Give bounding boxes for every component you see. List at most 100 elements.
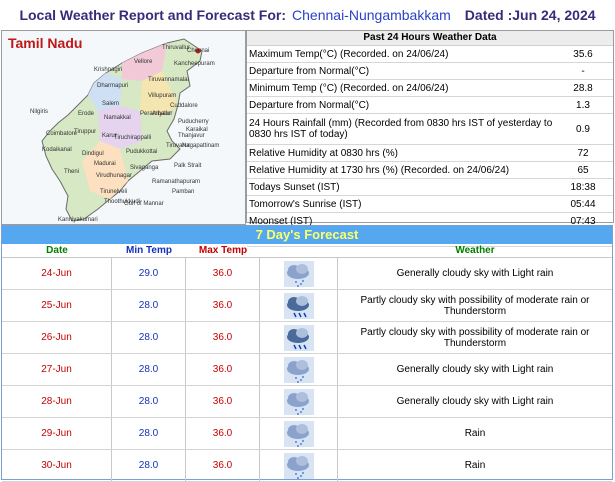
seven-day-forecast: 7 Day's Forecast Date Min Temp Max Temp … [1,225,613,482]
forecast-max-temp: 36.0 [186,290,260,321]
forecast-icon-cell [260,258,338,289]
thunderstorm-icon [283,292,314,319]
past-24-row: Departure from Normal(°C) - [247,63,613,80]
forecast-max-temp: 36.0 [186,418,260,449]
forecast-max-temp: 36.0 [186,354,260,385]
forecast-weather-text: Partly cloudy sky with possibility of mo… [360,326,590,349]
map-label: Pamban [172,189,195,195]
forecast-row: 28-Jun 28.0 36.0 Generally cloudy sky with … [2,386,612,418]
forecast-min-temp: 28.0 [112,322,186,353]
map-label: Puducherry [178,119,209,125]
map-graphic [41,38,203,222]
tamil-nadu-map: Tamil Nadu Chennai Thiruvallur Kancheepura… [1,30,246,225]
forecast-rows: 24-Jun 29.0 36.0 Generally cloudy sky with … [2,258,612,482]
map-label: Palk Strait [174,163,202,169]
col-min-temp: Min Temp [126,245,172,256]
map-label: Madurai [94,161,116,167]
map-label: Nilgiris [30,109,48,115]
forecast-date: 26-Jun [2,322,112,353]
forecast-row: 29-Jun 28.0 36.0 Rain [2,418,612,450]
past-24-row: 24 Hours Rainfall (mm) (Recorded from 08… [247,114,613,145]
forecast-date: 24-Jun [2,258,112,289]
past-24-label: 24 Hours Rainfall (mm) (Recorded from 08… [249,118,553,140]
header-location: Chennai-Nungambakkam [292,7,451,23]
forecast-weather-cell: Generally cloudy sky with Light rain [338,258,612,289]
forecast-date: 30-Jun [2,450,112,481]
map-label: Theni [64,169,80,175]
map-label: Kanniyakumari [58,217,98,223]
map-label: Thanjavur [178,133,205,139]
past-24-value: 05:44 [570,198,596,210]
past-24-row: Maximum Temp(°C) (Recorded. on 24/06/24)… [247,46,613,63]
forecast-icon-cell [260,290,338,321]
forecast-max-temp: 36.0 [186,322,260,353]
map-label: Coimbatore [46,131,78,137]
forecast-icon-cell [260,386,338,417]
forecast-min-temp: 28.0 [112,418,186,449]
past-24-row: Relative Humidity at 1730 hrs (%) (Recor… [247,162,613,179]
past-24-label: Todays Sunset (IST) [249,181,340,193]
page-header: Local Weather Report and Forecast For: C… [0,0,615,30]
forecast-icon-cell [260,418,338,449]
forecast-date: 29-Jun [2,418,112,449]
forecast-weather-text: Rain [464,428,486,439]
forecast-weather-cell: Partly cloudy sky with possibility of mo… [338,322,612,353]
forecast-title: 7 Day's Forecast [2,226,612,244]
col-date: Date [46,245,68,256]
map-label: Tiruchirappalli [114,135,152,141]
past-24-label: Minimum Temp (°C) (Recorded. on 24/06/24… [249,82,449,94]
past-24-value: 0.9 [576,123,590,135]
forecast-min-temp: 28.0 [112,450,186,481]
map-label: Tiruppur [74,129,97,135]
forecast-row: 26-Jun 28.0 36.0 Partly cloudy sky with pos… [2,322,612,354]
forecast-min-temp: 28.0 [112,386,186,417]
map-title: Tamil Nadu [8,35,83,51]
past-24-value: - [581,65,585,77]
forecast-row: 27-Jun 28.0 36.0 Generally cloudy sky with … [2,354,612,386]
past-24-row: Minimum Temp (°C) (Recorded. on 24/06/24… [247,80,613,97]
forecast-weather-text: Partly cloudy sky with possibility of mo… [360,294,590,317]
past-24-value: 28.8 [573,82,593,94]
map-label: Chennai [187,48,210,54]
thunderstorm-icon [283,324,314,351]
rain-icon [283,452,314,479]
map-label: Villupuram [148,93,177,99]
forecast-weather-cell: Generally cloudy sky with Light rain [338,354,612,385]
forecast-weather-text: Generally cloudy sky with Light rain [396,396,554,407]
map-label: Pudukkottai [126,149,158,155]
map-label: Thiruvallur [162,45,191,51]
forecast-header-row: Date Min Temp Max Temp Weather [2,244,612,258]
past-24-label: Departure from Normal(°C) [249,99,370,111]
map-label: Krishnagiri [94,67,123,73]
map-label: Vellore [134,59,153,65]
forecast-weather-cell: Generally cloudy sky with Light rain [338,386,612,417]
past-24-hours-panel: Past 24 Hours Weather Data Maximum Temp(… [246,30,614,247]
past-24-label: Relative Humidity at 0830 hrs (%) [249,147,398,159]
past-24-value: 35.6 [573,48,593,60]
map-label: Cuddalore [170,103,198,109]
past-24-value: 65 [577,164,589,176]
light-rain-icon [283,260,314,287]
map-label: Kancheepuram [174,61,215,67]
past-24-label: Relative Humidity at 1730 hrs (%) (Recor… [249,164,510,176]
forecast-date: 28-Jun [2,386,112,417]
past-24-row: Todays Sunset (IST) 18:38 [247,179,613,196]
region-central [98,106,142,149]
forecast-min-temp: 29.0 [112,258,186,289]
header-date: Dated :Jun 24, 2024 [464,7,596,23]
map-label: Ramanathapuram [152,179,201,185]
past-24-value: 1.3 [576,99,590,111]
past-24-row: Departure from Normal(°C) 1.3 [247,97,613,114]
forecast-max-temp: 36.0 [186,258,260,289]
light-rain-icon [283,356,314,383]
rain-icon [283,420,314,447]
map-label: Dharmapuri [97,83,129,89]
past-24-title: Past 24 Hours Weather Data [247,31,613,46]
past-24-label: Maximum Temp(°C) (Recorded. on 24/06/24) [249,48,449,60]
header-prefix: Local Weather Report and Forecast For: [19,7,287,23]
forecast-row: 30-Jun 28.0 36.0 Rain [2,450,612,482]
map-label: Sivaganga [130,165,159,171]
forecast-row: 25-Jun 28.0 36.0 Partly cloudy sky with pos… [2,290,612,322]
map-label: Tirunelveli [100,189,128,195]
forecast-weather-cell: Rain [338,450,612,481]
